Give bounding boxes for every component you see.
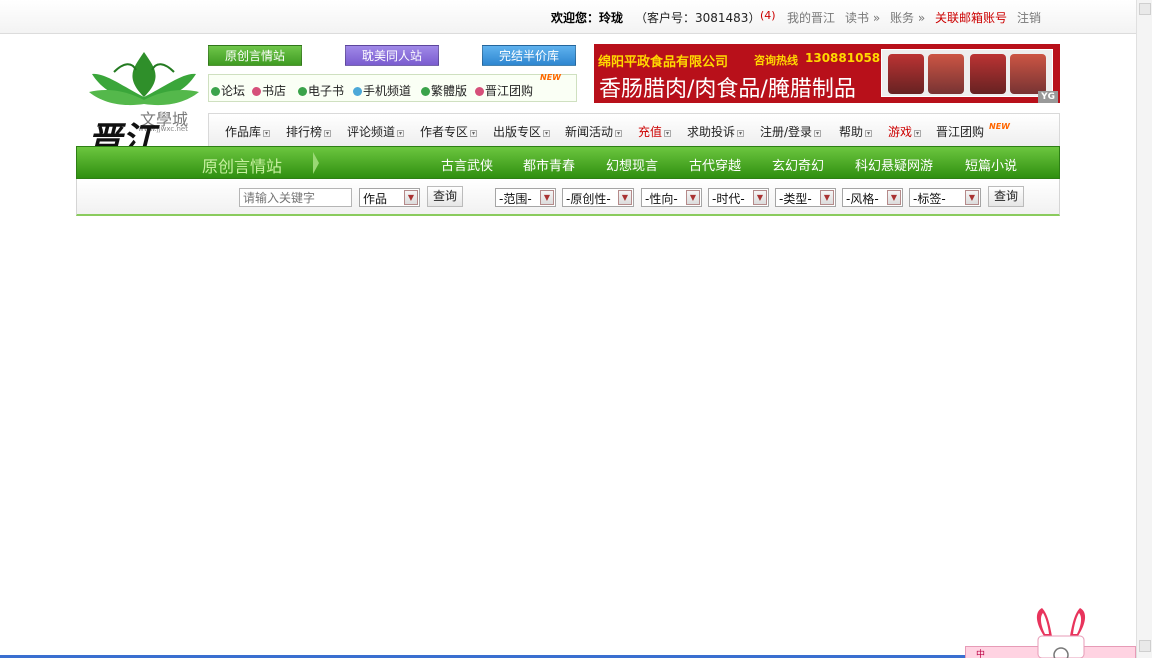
link-email-link[interactable]: 关联邮箱账号 xyxy=(935,9,1007,26)
forum-icon xyxy=(211,87,220,96)
station-finished-button[interactable]: 完结半价库 xyxy=(482,45,576,66)
nav-news[interactable]: 新闻活动 ▾ xyxy=(565,123,623,140)
nav-register-login[interactable]: 注册/登录 ▾ xyxy=(760,123,822,140)
quicklink-traditional[interactable]: 繁體版 xyxy=(421,82,467,99)
dropdown-arrow-icon: ▾ xyxy=(397,130,405,137)
chevron-down-icon: ▼ xyxy=(618,190,632,205)
groupbuy-icon xyxy=(475,87,484,96)
site-logo[interactable]: 文學城 www.jjwxc.net 晋江 xyxy=(84,42,204,162)
quicklink-groupbuy[interactable]: 晋江团购 xyxy=(475,82,533,99)
quicklink-forum[interactable]: 论坛 xyxy=(211,82,245,99)
nav-publishing[interactable]: 出版专区 ▾ xyxy=(493,123,551,140)
new-badge: NEW xyxy=(989,122,1010,131)
search-button[interactable]: 查询 xyxy=(427,186,464,207)
mobile-icon xyxy=(353,87,362,96)
filter-range-select[interactable]: -范围- ▼ xyxy=(495,188,556,207)
dropdown-arrow-icon: ▾ xyxy=(263,130,271,137)
search-type-select[interactable]: 作品 ▼ xyxy=(359,188,420,207)
ad-company: 绵阳平政食品有限公司 xyxy=(598,55,729,70)
category-link[interactable]: 都市青春 xyxy=(523,155,575,174)
ad-slogan: 香肠腊肉/肉食品/腌腊制品 xyxy=(599,77,856,102)
category-link[interactable]: 短篇小说 xyxy=(965,155,1017,174)
station-danmei-button[interactable]: 耽美同人站 xyxy=(345,45,439,66)
chevron-down-icon: ▼ xyxy=(820,190,834,205)
nav-help[interactable]: 帮助 ▾ xyxy=(839,123,873,140)
chevron-down-icon: ▼ xyxy=(540,190,554,205)
nav-ranking[interactable]: 排行榜 ▾ xyxy=(286,123,332,140)
dropdown-arrow-icon: ▾ xyxy=(664,130,672,137)
station-romance-button[interactable]: 原创言情站 xyxy=(208,45,302,66)
nav-help-complaint[interactable]: 求助投诉 ▾ xyxy=(687,123,745,140)
filter-era-select[interactable]: -时代- ▼ xyxy=(708,188,769,207)
quicklink-ebook[interactable]: 电子书 xyxy=(298,82,344,99)
dropdown-arrow-icon: ▾ xyxy=(615,130,623,137)
vertical-scrollbar[interactable] xyxy=(1136,0,1152,658)
chevron-down-icon: ▼ xyxy=(404,190,418,205)
chevron-down-icon: ▼ xyxy=(753,190,767,205)
category-bar: 原创言情站 古言武侠 都市青春 幻想现言 古代穿越 玄幻奇幻 科幻悬疑网游 短篇… xyxy=(76,146,1060,179)
dropdown-arrow-icon: ▾ xyxy=(470,130,478,137)
nav-works[interactable]: 作品库 ▾ xyxy=(225,123,271,140)
nav-groupbuy[interactable]: 晋江团购 xyxy=(936,123,984,140)
quicklink-mobile[interactable]: 手机频道 xyxy=(353,82,411,99)
nav-reviews[interactable]: 评论频道 ▾ xyxy=(347,123,405,140)
keyword-search-input[interactable] xyxy=(239,188,352,207)
nav-recharge[interactable]: 充值 ▾ xyxy=(638,123,672,140)
account-link[interactable]: 账务 » xyxy=(890,9,925,26)
filter-tag-select[interactable]: -标签- ▼ xyxy=(909,188,981,207)
scroll-down-button[interactable] xyxy=(1139,640,1151,652)
dropdown-arrow-icon: ▾ xyxy=(737,130,745,137)
chevron-down-icon: ▼ xyxy=(686,190,700,205)
new-badge: NEW xyxy=(540,73,561,82)
dropdown-arrow-icon: ▾ xyxy=(914,130,922,137)
shop-icon xyxy=(252,87,261,96)
client-id: （客户号：3081483） xyxy=(635,11,761,25)
scroll-up-button[interactable] xyxy=(1139,3,1151,15)
ad-product-image xyxy=(881,49,1053,97)
chevron-down-icon: ▼ xyxy=(965,190,979,205)
dropdown-arrow-icon: ▾ xyxy=(814,130,822,137)
category-link[interactable]: 玄幻奇幻 xyxy=(772,155,824,174)
welcome-text: 欢迎您：玲珑 xyxy=(551,11,624,25)
category-link[interactable]: 幻想现言 xyxy=(606,155,658,174)
dropdown-arrow-icon: ▾ xyxy=(324,130,332,137)
message-count-link[interactable]: (4) xyxy=(760,9,776,22)
quick-links-bar: 论坛 书店 电子书 手机频道 繁體版 晋江团购 NEW xyxy=(208,73,577,102)
user-top-bar: 欢迎您：玲珑 （客户号：3081483） (4) 我的晋江 读书 » 账务 » … xyxy=(0,0,1136,34)
filter-style-select[interactable]: -风格- ▼ xyxy=(842,188,903,207)
ad-hotline-label: 咨询热线 xyxy=(754,54,798,67)
dropdown-arrow-icon: ▾ xyxy=(865,130,873,137)
books-link[interactable]: 读书 » xyxy=(845,9,880,26)
category-link[interactable]: 科幻悬疑网游 xyxy=(855,155,933,174)
chevron-down-icon: ▼ xyxy=(887,190,901,205)
quicklink-shop[interactable]: 书店 xyxy=(252,82,286,99)
nav-games[interactable]: 游戏 ▾ xyxy=(888,123,922,140)
traditional-icon xyxy=(421,87,430,96)
separator-arrow-icon xyxy=(313,152,319,174)
station-title: 原创言情站 xyxy=(202,157,283,176)
filter-genre-select[interactable]: -类型- ▼ xyxy=(775,188,836,207)
filter-orientation-select[interactable]: -性向- ▼ xyxy=(641,188,702,207)
category-link[interactable]: 古代穿越 xyxy=(689,155,741,174)
ad-tag: YG xyxy=(1038,91,1058,103)
search-bar: 作品▼ 查询 -范围-▼ -原创性-▼ -性向-▼ -时代-▼ -类型-▼ -风… xyxy=(76,179,1060,216)
ime-mode-label: 中 xyxy=(976,650,986,660)
nav-authors[interactable]: 作者专区 ▾ xyxy=(420,123,478,140)
ebook-icon xyxy=(298,87,307,96)
banner-ad[interactable]: 绵阳平政食品有限公司 咨询热线 13088105830 香肠腊肉/肉食品/腌腊制… xyxy=(594,44,1060,103)
my-jinjiang-link[interactable]: 我的晋江 xyxy=(787,9,835,26)
bunny-mascot-icon[interactable] xyxy=(1032,606,1090,658)
category-link[interactable]: 古言武侠 xyxy=(441,155,493,174)
logout-link[interactable]: 注销 xyxy=(1017,9,1041,26)
filter-search-button[interactable]: 查询 xyxy=(988,186,1025,207)
filter-originality-select[interactable]: -原创性- ▼ xyxy=(562,188,634,207)
dropdown-arrow-icon: ▾ xyxy=(543,130,551,137)
main-nav: 作品库 ▾ 排行榜 ▾ 评论频道 ▾ 作者专区 ▾ 出版专区 ▾ 新闻活动 ▾ 充值 ▾ 求助… xyxy=(208,113,1060,147)
